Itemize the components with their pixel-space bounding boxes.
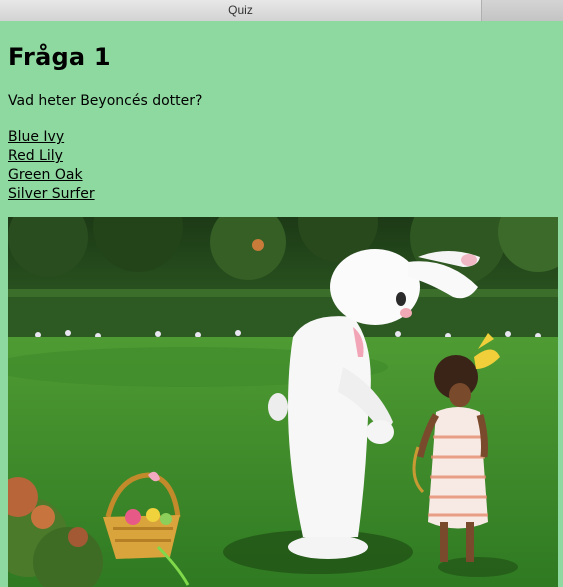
question-heading: Fråga 1 [8,43,111,71]
question-text: Vad heter Beyoncés dotter? [8,93,203,109]
answer-list: Blue Ivy Red Lily Green Oak Silver Surfe… [8,126,95,202]
window-title: Quiz [0,0,482,21]
answer-link-red-lily[interactable]: Red Lily [8,148,63,164]
quiz-photo [8,217,558,587]
answer-item: Silver Surfer [8,183,95,202]
answer-item: Red Lily [8,145,95,164]
answer-link-blue-ivy[interactable]: Blue Ivy [8,129,64,145]
title-bar-extra [482,0,563,21]
title-bar: Quiz [0,0,563,21]
answer-item: Blue Ivy [8,126,95,145]
photo-illustration [8,217,558,587]
answer-item: Green Oak [8,164,95,183]
answer-link-silver-surfer[interactable]: Silver Surfer [8,186,95,202]
answer-link-green-oak[interactable]: Green Oak [8,167,83,183]
